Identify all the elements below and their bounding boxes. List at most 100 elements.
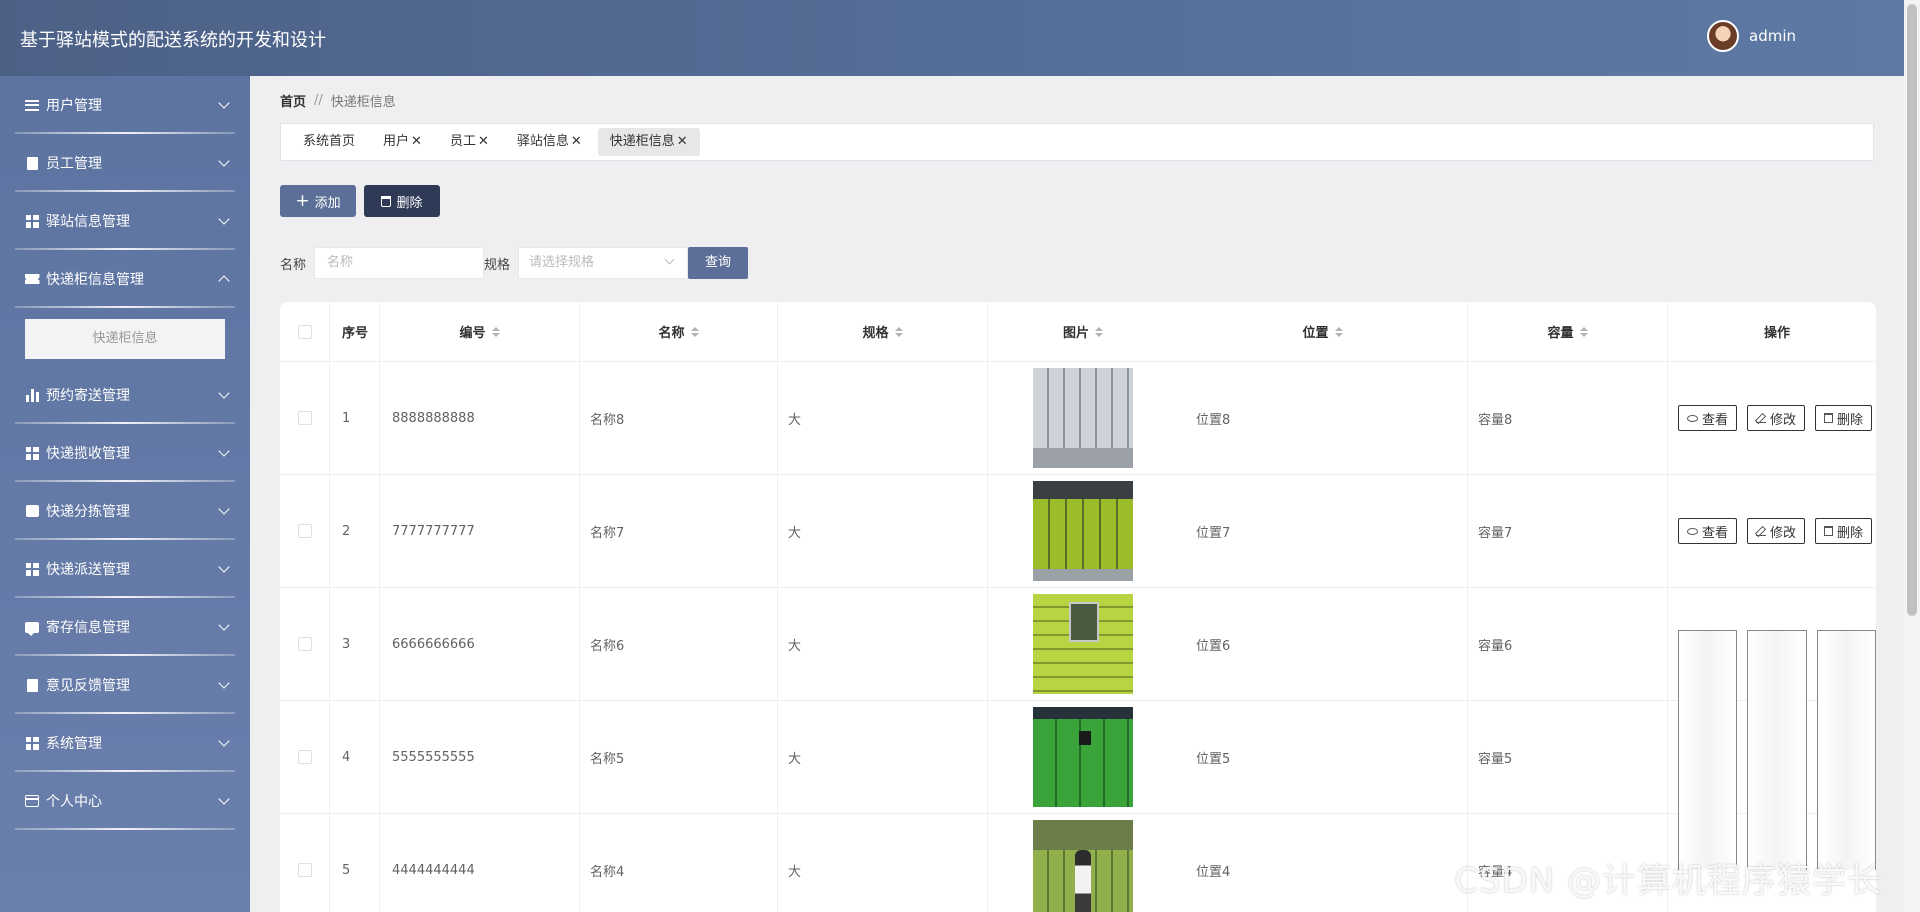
- sidebar-item-storage-management[interactable]: 寄存信息管理: [0, 598, 250, 656]
- sidebar-item-station-management[interactable]: 驿站信息管理: [0, 192, 250, 250]
- actions-cell: 查看 修改 删除: [1668, 362, 1876, 474]
- row-select-cell: [280, 475, 330, 587]
- col-header-location[interactable]: 位置: [1178, 302, 1468, 361]
- edit-button[interactable]: 修改: [1747, 405, 1806, 431]
- edit-icon: [1756, 526, 1767, 536]
- sidebar-item-label: 意见反馈管理: [46, 678, 130, 694]
- sidebar-item-sorting-management[interactable]: 快递分拣管理: [0, 482, 250, 540]
- trash-icon: [1824, 413, 1834, 423]
- row-checkbox[interactable]: [297, 750, 312, 764]
- spec-select[interactable]: 请选择规格: [518, 247, 689, 279]
- spec-cell: 大: [778, 362, 988, 474]
- select-all-checkbox[interactable]: [297, 324, 312, 339]
- tab-locker-info[interactable]: 快递柜信息 ✕: [597, 128, 700, 156]
- sidebar-item-locker-management[interactable]: 快递柜信息管理: [0, 250, 250, 308]
- close-icon[interactable]: ✕: [411, 128, 422, 156]
- avatar[interactable]: [1707, 20, 1739, 52]
- sidebar-item-label: 驿站信息管理: [46, 214, 130, 230]
- batch-delete-button[interactable]: 删除: [364, 185, 440, 217]
- breadcrumb: 首页 // 快递柜信息: [280, 91, 396, 110]
- delete-button[interactable]: 删除: [1815, 518, 1873, 544]
- sidebar-subitem-locker-info[interactable]: 快递柜信息: [25, 319, 225, 359]
- locker-image[interactable]: [1033, 594, 1133, 694]
- close-icon[interactable]: ✕: [677, 128, 688, 156]
- grid-icon: [24, 446, 40, 460]
- view-button[interactable]: 查看: [1678, 405, 1738, 431]
- image-cell: [988, 475, 1178, 587]
- sort-icon[interactable]: [1579, 326, 1588, 337]
- page-scrollbar[interactable]: [1904, 0, 1920, 912]
- close-icon[interactable]: ✕: [571, 128, 582, 156]
- row-select-cell: [280, 814, 330, 912]
- sidebar-item-label: 快递揽收管理: [46, 446, 130, 462]
- row-checkbox[interactable]: [297, 411, 312, 425]
- view-label: 查看: [1702, 525, 1729, 541]
- locker-image[interactable]: [1033, 820, 1133, 912]
- tab-home[interactable]: 系统首页: [291, 128, 367, 156]
- sidebar-item-booking-management[interactable]: 预约寄送管理: [0, 366, 250, 424]
- sort-icon[interactable]: [894, 326, 903, 337]
- scrollbar-thumb[interactable]: [1907, 4, 1917, 616]
- image-cell: [988, 362, 1178, 474]
- breadcrumb-home[interactable]: 首页: [280, 91, 306, 110]
- tab-user[interactable]: 用户 ✕: [371, 128, 434, 156]
- edit-button[interactable]: 修改: [1747, 518, 1806, 544]
- sidebar-item-delivery-management[interactable]: 快递派送管理: [0, 540, 250, 598]
- sort-icon[interactable]: [1095, 326, 1103, 337]
- eye-icon: [1687, 527, 1698, 535]
- sidebar-item-system-management[interactable]: 系统管理: [0, 714, 250, 772]
- sidebar-item-feedback-management[interactable]: 意见反馈管理: [0, 656, 250, 714]
- code-cell: 5555555555: [380, 701, 580, 813]
- row-checkbox[interactable]: [297, 524, 312, 538]
- col-header-code[interactable]: 编号: [380, 302, 580, 361]
- sort-icon[interactable]: [690, 326, 699, 337]
- row-checkbox[interactable]: [297, 863, 312, 877]
- actions-cell: [1668, 588, 1876, 870]
- actions-cell: 查看 修改 删除: [1668, 475, 1876, 587]
- row-select-cell: [280, 588, 330, 700]
- sidebar-item-label: 系统管理: [46, 736, 102, 752]
- eye-icon: [1687, 414, 1698, 422]
- tab-staff[interactable]: 员工 ✕: [438, 128, 501, 156]
- name-cell: 名称6: [580, 588, 778, 700]
- col-header-capacity[interactable]: 容量: [1468, 302, 1668, 361]
- tab-label: 驿站信息: [516, 134, 569, 149]
- user-menu[interactable]: admin: [1707, 20, 1796, 52]
- edit-label: 修改: [1770, 412, 1797, 428]
- sidebar-item-pickup-management[interactable]: 快递揽收管理: [0, 424, 250, 482]
- locker-image[interactable]: [1033, 707, 1133, 807]
- breadcrumb-current: 快递柜信息: [330, 95, 396, 110]
- code-cell: 7777777777: [380, 475, 580, 587]
- sidebar-item-label: 个人中心: [46, 794, 102, 810]
- sidebar-item-user-management[interactable]: 用户管理: [0, 76, 250, 134]
- col-location-label: 位置: [1302, 326, 1329, 341]
- tab-station[interactable]: 驿站信息 ✕: [505, 128, 594, 156]
- search-bar: 名称 名称 规格 请选择规格 查询: [280, 247, 749, 279]
- col-header-spec[interactable]: 规格: [778, 302, 988, 361]
- name-cell: 名称4: [580, 814, 778, 912]
- delete-button[interactable]: 删除: [1815, 405, 1873, 431]
- view-button[interactable]: 查看: [1678, 518, 1738, 544]
- ticket-icon: [24, 272, 40, 286]
- locker-image[interactable]: [1033, 368, 1133, 468]
- sort-icon[interactable]: [1334, 326, 1343, 337]
- sidebar-item-personal-center[interactable]: 个人中心: [0, 772, 250, 830]
- col-header-name[interactable]: 名称: [580, 302, 778, 361]
- name-search-input[interactable]: 名称: [314, 247, 485, 279]
- sidebar: 用户管理 员工管理 驿站信息管理 快递柜信息管理 快递柜信息 预约寄送管理 快递…: [0, 76, 250, 912]
- username[interactable]: admin: [1749, 27, 1796, 45]
- app-title: 基于驿站模式的配送系统的开发和设计: [20, 30, 326, 51]
- chevron-down-icon: [218, 213, 230, 225]
- sort-icon[interactable]: [491, 326, 500, 337]
- code-cell: 6666666666: [380, 588, 580, 700]
- locker-image[interactable]: [1033, 481, 1133, 581]
- col-header-image[interactable]: 图片: [988, 302, 1178, 361]
- row-checkbox[interactable]: [297, 637, 312, 651]
- table-row: 2 7777777777 名称7 大 位置7 容量7 查看 修改 删除: [280, 475, 1876, 588]
- bar-chart-icon: [24, 388, 40, 402]
- close-icon[interactable]: ✕: [478, 128, 489, 156]
- sidebar-item-staff-management[interactable]: 员工管理: [0, 134, 250, 192]
- query-button[interactable]: 查询: [688, 247, 749, 279]
- col-capacity-label: 容量: [1547, 326, 1574, 341]
- add-button[interactable]: + 添加: [280, 185, 356, 217]
